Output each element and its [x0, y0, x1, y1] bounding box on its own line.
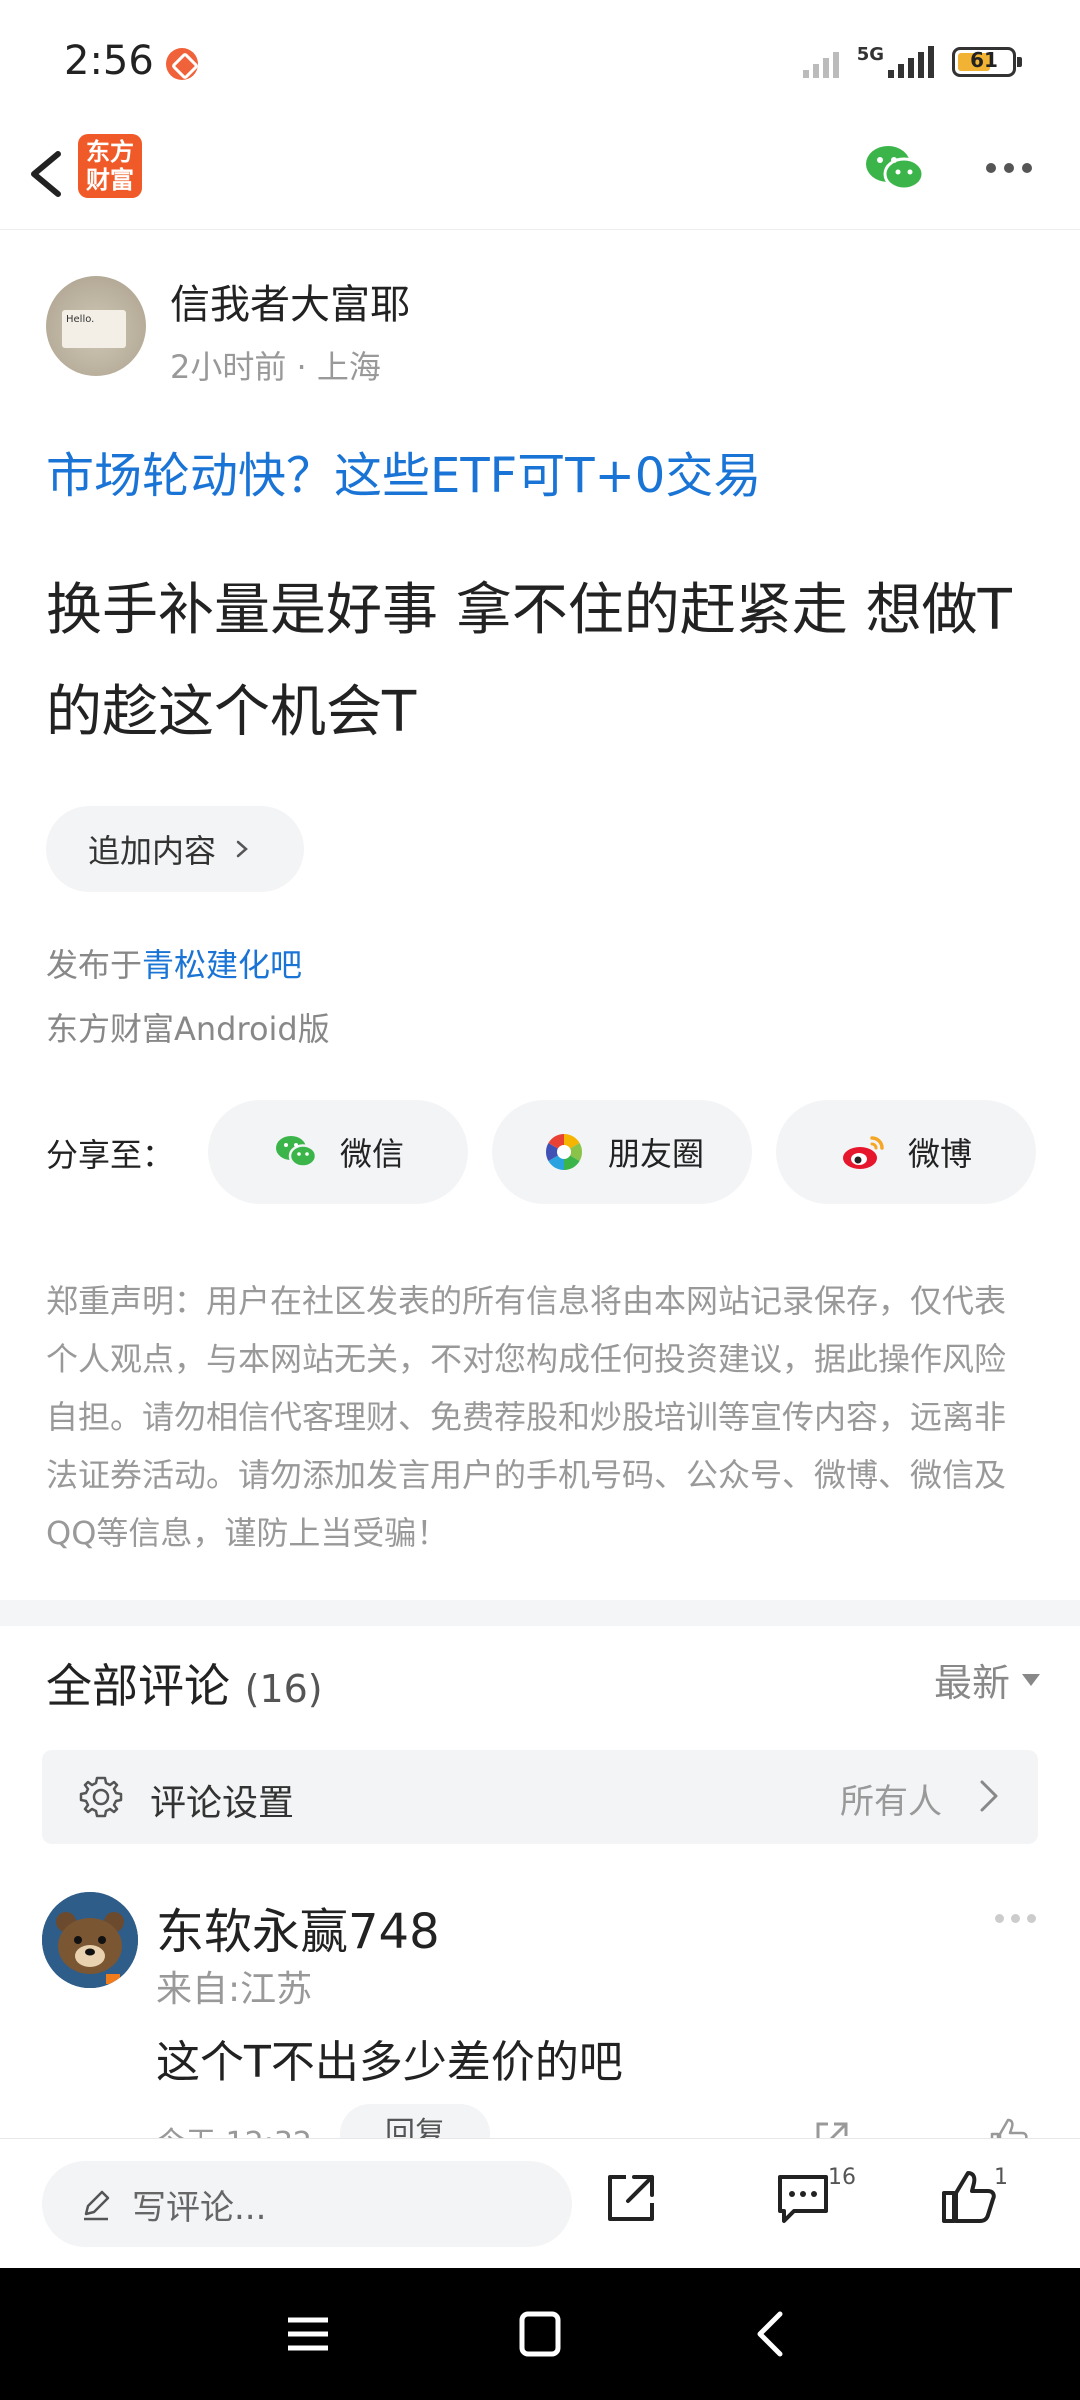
comments-header: 全部评论 (16)	[46, 1650, 323, 1716]
more-icon	[995, 1914, 1004, 1923]
author-name[interactable]: 信我者大富耶	[170, 272, 410, 330]
post-meta: 2小时前 · 上海	[170, 348, 381, 386]
battery-level-text: 61	[970, 48, 998, 72]
post-body: 换手补量是好事 拿不住的赶紧走 想做T的趁这个机会T	[46, 578, 1012, 745]
wechat-icon	[866, 146, 925, 191]
chevron-right-icon	[980, 1780, 998, 1812]
pencil-icon	[84, 2190, 110, 2221]
home-icon[interactable]	[510, 2308, 570, 2360]
more-options-button[interactable]	[974, 138, 1044, 198]
battery-icon: 61	[952, 47, 1022, 77]
share-wechat-button[interactable]: 微信	[208, 1100, 468, 1204]
append-content-label: 追加内容	[88, 832, 217, 870]
share-moments-button[interactable]: 朋友圈	[492, 1100, 752, 1204]
status-time: 2:56	[64, 38, 154, 84]
published-prefix: 发布于	[46, 946, 143, 984]
weibo-icon	[842, 1136, 884, 1169]
comment-more-button[interactable]	[995, 1914, 1036, 1923]
comments-count: (16)	[244, 1667, 323, 1711]
more-icon	[986, 163, 996, 173]
write-comment-placeholder: 写评论...	[132, 2187, 267, 2228]
status-icons: 5G 61	[802, 40, 1022, 84]
append-content-button[interactable]: 追加内容	[46, 806, 304, 892]
signal-icon-sim2	[888, 46, 934, 78]
signal-icon-sim1	[802, 46, 839, 78]
share-button[interactable]	[600, 2167, 662, 2229]
wechat-icon	[275, 1136, 318, 1168]
comment-settings-label: 评论设置	[150, 1783, 295, 1824]
comment-text: 这个T不出多少差价的吧	[156, 2037, 623, 2088]
moments-icon	[545, 1134, 582, 1170]
system-nav-bar	[0, 2268, 1080, 2400]
commenter-location: 来自:江苏	[156, 1969, 313, 2010]
gear-icon	[79, 1776, 123, 1818]
caret-down-icon	[1022, 1673, 1040, 1686]
nav-back-icon[interactable]	[742, 2308, 802, 2360]
bear-avatar-graphic	[42, 1892, 138, 1988]
section-divider	[0, 1600, 1080, 1626]
comments-button[interactable]	[772, 2167, 834, 2229]
wechat-share-button[interactable]	[860, 138, 930, 198]
published-in: 发布于青松建化吧	[46, 940, 302, 986]
share-label: 分享至：	[46, 1136, 175, 1174]
network-type-label: 5G	[856, 43, 884, 65]
comment-settings-row[interactable]: 评论设置 所有人	[42, 1750, 1038, 1844]
author-avatar[interactable]: Hello.	[46, 276, 146, 376]
share-weibo-button[interactable]: 微博	[776, 1100, 1036, 1204]
promo-link-title[interactable]: 市场轮动快？这些ETF可T+0交易	[46, 436, 761, 506]
like-count-badge: 1	[994, 2165, 1008, 2190]
forum-link[interactable]: 青松建化吧	[142, 946, 302, 984]
comments-title: 全部评论	[46, 1659, 230, 1713]
sort-label: 最新	[933, 1661, 1010, 1705]
sort-dropdown[interactable]: 最新	[934, 1652, 1040, 1707]
notification-app-icon	[166, 48, 198, 80]
menu-icon[interactable]	[278, 2308, 338, 2360]
avatar-card-graphic: Hello.	[62, 310, 126, 348]
app-header: 东方财富	[0, 120, 1080, 230]
commenter-avatar[interactable]	[42, 1892, 138, 1988]
bottom-action-bar: 写评论... 16 1	[0, 2138, 1080, 2268]
share-wechat-label: 微信	[339, 1135, 404, 1173]
write-comment-input[interactable]: 写评论...	[42, 2161, 572, 2247]
platform-label: 东方财富Android版	[46, 1010, 330, 1048]
disclaimer-text: 郑重声明：用户在社区发表的所有信息将由本网站记录保存，仅代表个人观点，与本网站无…	[46, 1282, 1007, 1552]
app-logo: 东方财富	[78, 134, 142, 198]
share-moments-label: 朋友圈	[607, 1135, 704, 1173]
commenter-name[interactable]: 东软永赢748	[156, 1892, 440, 1962]
status-bar: 2:56 5G 61	[0, 0, 1080, 120]
share-weibo-label: 微博	[907, 1135, 972, 1173]
comment-settings-value: 所有人	[840, 1782, 942, 1822]
comment-count-badge: 16	[828, 2165, 856, 2190]
chevron-right-icon	[236, 840, 248, 858]
like-button[interactable]	[938, 2167, 1000, 2229]
back-button[interactable]	[18, 134, 78, 214]
back-icon	[31, 151, 61, 197]
